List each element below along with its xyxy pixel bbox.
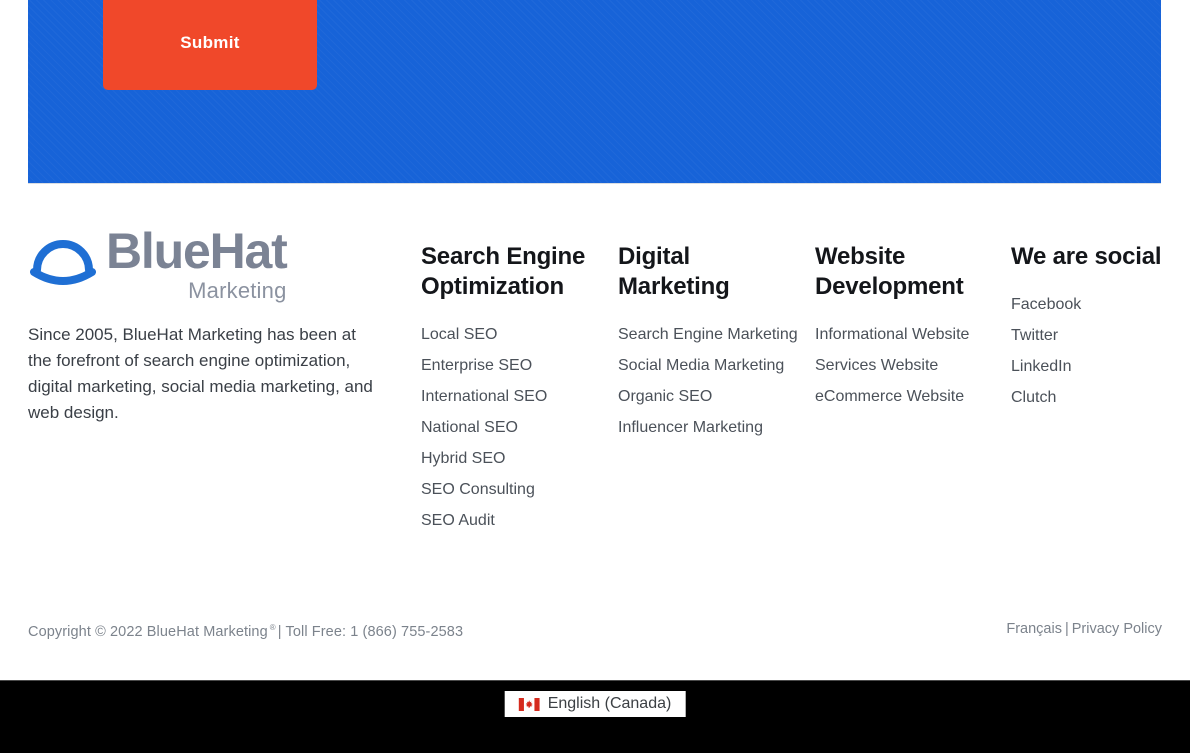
footer-link[interactable]: SEO Consulting [421, 474, 601, 505]
list-item: Enterprise SEO [421, 350, 601, 381]
footer-column-seo: Search Engine Optimization Local SEO Ent… [421, 242, 601, 536]
page-root: Submit BlueHat Marketing Since 2005, Blu… [0, 0, 1190, 753]
footer-link[interactable]: Local SEO [421, 319, 601, 350]
footer-link[interactable]: National SEO [421, 412, 601, 443]
footer-column-title: Digital Marketing [618, 243, 730, 300]
social-link-clutch[interactable]: Clutch [1011, 382, 1186, 413]
footer-column-website-development: Website Development Informational Websit… [815, 242, 995, 412]
registered-mark: ® [269, 623, 276, 632]
footer-link[interactable]: Influencer Marketing [618, 412, 798, 443]
footer-main: BlueHat Marketing Since 2005, BlueHat Ma… [0, 186, 1190, 606]
brand-description: Since 2005, BlueHat Marketing has been a… [28, 325, 373, 422]
footer-link[interactable]: SEO Audit [421, 505, 601, 536]
logo-word-blue: Blue [106, 223, 211, 279]
copyright-row: Copyright © 2022 BlueHat Marketing ® | Tol… [0, 618, 1190, 658]
footer-link-list: Local SEO Enterprise SEO International S… [421, 319, 601, 536]
legal-links: Français | Privacy Policy [1006, 621, 1162, 637]
list-item: Influencer Marketing [618, 412, 798, 443]
logo-subtitle: Marketing [188, 278, 287, 303]
footer-link[interactable]: Hybrid SEO [421, 443, 601, 474]
list-item: eCommerce Website [815, 381, 995, 412]
site-logo[interactable]: BlueHat Marketing [28, 223, 388, 303]
list-item: Local SEO [421, 319, 601, 350]
list-item: Organic SEO [618, 381, 798, 412]
footer-link[interactable]: Organic SEO [618, 381, 798, 412]
footer-link[interactable]: Search Engine Marketing [618, 319, 798, 350]
social-link-linkedin[interactable]: LinkedIn [1011, 351, 1186, 382]
list-item: Hybrid SEO [421, 443, 601, 474]
footer-link[interactable]: Social Media Marketing [618, 350, 798, 381]
list-item: National SEO [421, 412, 601, 443]
list-item: Social Media Marketing [618, 350, 798, 381]
footer-link-list: Facebook Twitter LinkedIn Clutch [1011, 289, 1186, 413]
footer-link[interactable]: Services Website [815, 350, 995, 381]
language-label: English (Canada) [547, 695, 672, 712]
copyright-prefix: Copyright © 2022 BlueHat Marketing [28, 623, 268, 640]
footer-link[interactable]: International SEO [421, 381, 601, 412]
legal-separator: | [1064, 621, 1069, 637]
list-item: Twitter [1011, 320, 1186, 351]
list-item: LinkedIn [1011, 351, 1186, 382]
social-link-facebook[interactable]: Facebook [1011, 289, 1186, 320]
footer-link[interactable]: eCommerce Website [815, 381, 995, 412]
footer-column-digital-marketing: Digital Marketing Search Engine Marketin… [618, 242, 798, 443]
footer-link[interactable]: Informational Website [815, 319, 995, 350]
logo-word-hat: Hat [209, 223, 288, 279]
list-item: Search Engine Marketing [618, 319, 798, 350]
logo-word-line: BlueHat [106, 223, 288, 279]
footer-link-list: Informational Website Services Website e… [815, 319, 995, 412]
language-switcher-button[interactable]: English (Canada) [504, 691, 686, 717]
list-item: SEO Consulting [421, 474, 601, 505]
footer-link[interactable]: Enterprise SEO [421, 350, 601, 381]
language-link-francais[interactable]: Français [1006, 621, 1062, 637]
bottom-bar: English (Canada) ReWatch Privacy - Terms [0, 680, 1190, 753]
list-item: SEO Audit [421, 505, 601, 536]
contact-form-panel: Submit [28, 0, 1161, 184]
list-item: Informational Website [815, 319, 995, 350]
footer-link-list: Search Engine Marketing Social Media Mar… [618, 319, 798, 443]
footer-column-title: Website Development [815, 243, 964, 300]
canada-flag-icon [518, 697, 540, 711]
list-item: Facebook [1011, 289, 1186, 320]
footer-column-social: We are social Facebook Twitter LinkedIn … [1011, 242, 1186, 413]
footer-column-title: Search Engine Optimization [421, 243, 586, 300]
footer-brand-column: BlueHat Marketing Since 2005, BlueHat Ma… [28, 224, 388, 443]
social-link-twitter[interactable]: Twitter [1011, 320, 1186, 351]
footer-column-title: We are social [1011, 243, 1162, 270]
logo-wordmark: BlueHat Marketing [106, 223, 288, 303]
list-item: Clutch [1011, 382, 1186, 413]
submit-button[interactable]: Submit [103, 0, 317, 90]
bluehat-arc-logo-icon [30, 240, 96, 285]
privacy-policy-link[interactable]: Privacy Policy [1072, 621, 1162, 637]
copyright-text: Copyright © 2022 BlueHat Marketing ® | Tol… [28, 623, 463, 640]
copyright-suffix: | Toll Free: 1 (866) 755-2583 [277, 623, 464, 640]
list-item: Services Website [815, 350, 995, 381]
list-item: International SEO [421, 381, 601, 412]
